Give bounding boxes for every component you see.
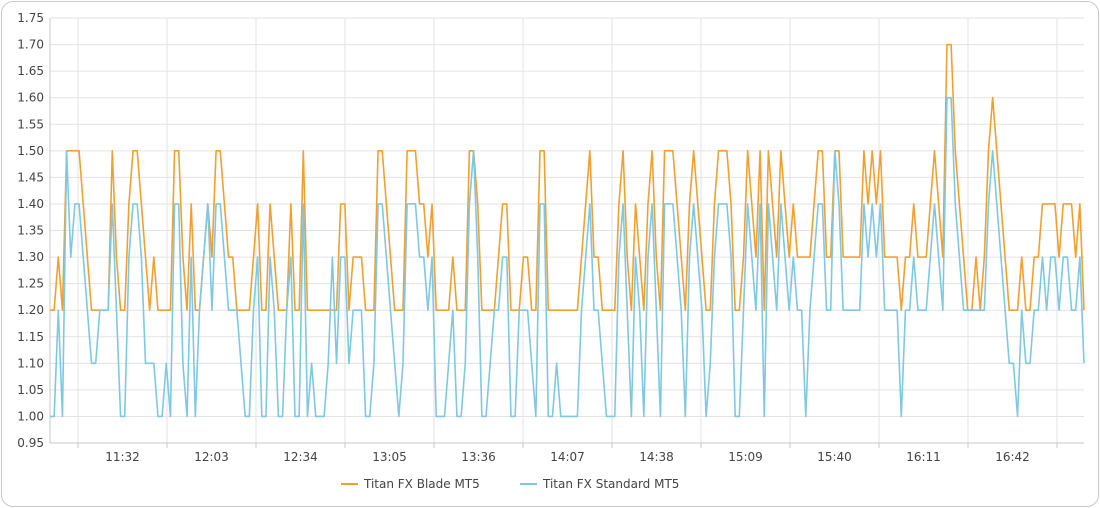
y-tick-label: 1.35 bbox=[17, 224, 44, 238]
y-tick-label: 1.30 bbox=[17, 250, 44, 264]
y-axis: 0.95 1.00 1.05 1.10 1.15 1.20 1.25 1.30 1.35 1.40… bbox=[17, 11, 44, 450]
y-tick-label: 1.60 bbox=[17, 91, 44, 105]
x-tick-label: 15:09 bbox=[728, 450, 763, 464]
y-tick-label: 1.65 bbox=[17, 64, 44, 78]
y-tick-label: 1.00 bbox=[17, 409, 44, 423]
x-axis: 11:32 12:03 12:34 13:05 13:36 14:07 14:38 15:09… bbox=[50, 442, 1084, 464]
line-chart: 0.95 1.00 1.05 1.10 1.15 1.20 1.25 1.30 1.35 1.40… bbox=[17, 11, 1085, 491]
x-tick-label: 13:36 bbox=[461, 450, 496, 464]
x-tick-label: 14:38 bbox=[639, 450, 674, 464]
x-tick-label: 11:32 bbox=[105, 450, 140, 464]
y-tick-label: 1.40 bbox=[17, 197, 44, 211]
legend-label: Titan FX Standard MT5 bbox=[542, 477, 679, 491]
y-tick-label: 1.70 bbox=[17, 38, 44, 52]
y-tick-label: 1.45 bbox=[17, 170, 44, 184]
legend-label: Titan FX Blade MT5 bbox=[363, 477, 480, 491]
x-tick-label: 16:11 bbox=[906, 450, 941, 464]
y-tick-label: 0.95 bbox=[17, 436, 44, 450]
y-tick-label: 1.55 bbox=[17, 117, 44, 131]
y-tick-label: 1.50 bbox=[17, 144, 44, 158]
x-tick-label: 14:07 bbox=[550, 450, 585, 464]
x-tick-label: 13:05 bbox=[372, 450, 407, 464]
x-tick-label: 12:34 bbox=[283, 450, 318, 464]
x-tick-label: 15:40 bbox=[817, 450, 852, 464]
y-tick-label: 1.75 bbox=[17, 11, 44, 25]
legend: Titan FX Blade MT5 Titan FX Standard MT5 bbox=[341, 477, 679, 491]
x-tick-label: 16:42 bbox=[995, 450, 1030, 464]
chart-container: 0.95 1.00 1.05 1.10 1.15 1.20 1.25 1.30 1.35 1.40… bbox=[1, 1, 1099, 507]
y-tick-label: 1.10 bbox=[17, 356, 44, 370]
x-tick-label: 12:03 bbox=[194, 450, 229, 464]
y-tick-label: 1.15 bbox=[17, 330, 44, 344]
y-tick-label: 1.25 bbox=[17, 277, 44, 291]
y-tick-label: 1.05 bbox=[17, 383, 44, 397]
y-tick-label: 1.20 bbox=[17, 303, 44, 317]
